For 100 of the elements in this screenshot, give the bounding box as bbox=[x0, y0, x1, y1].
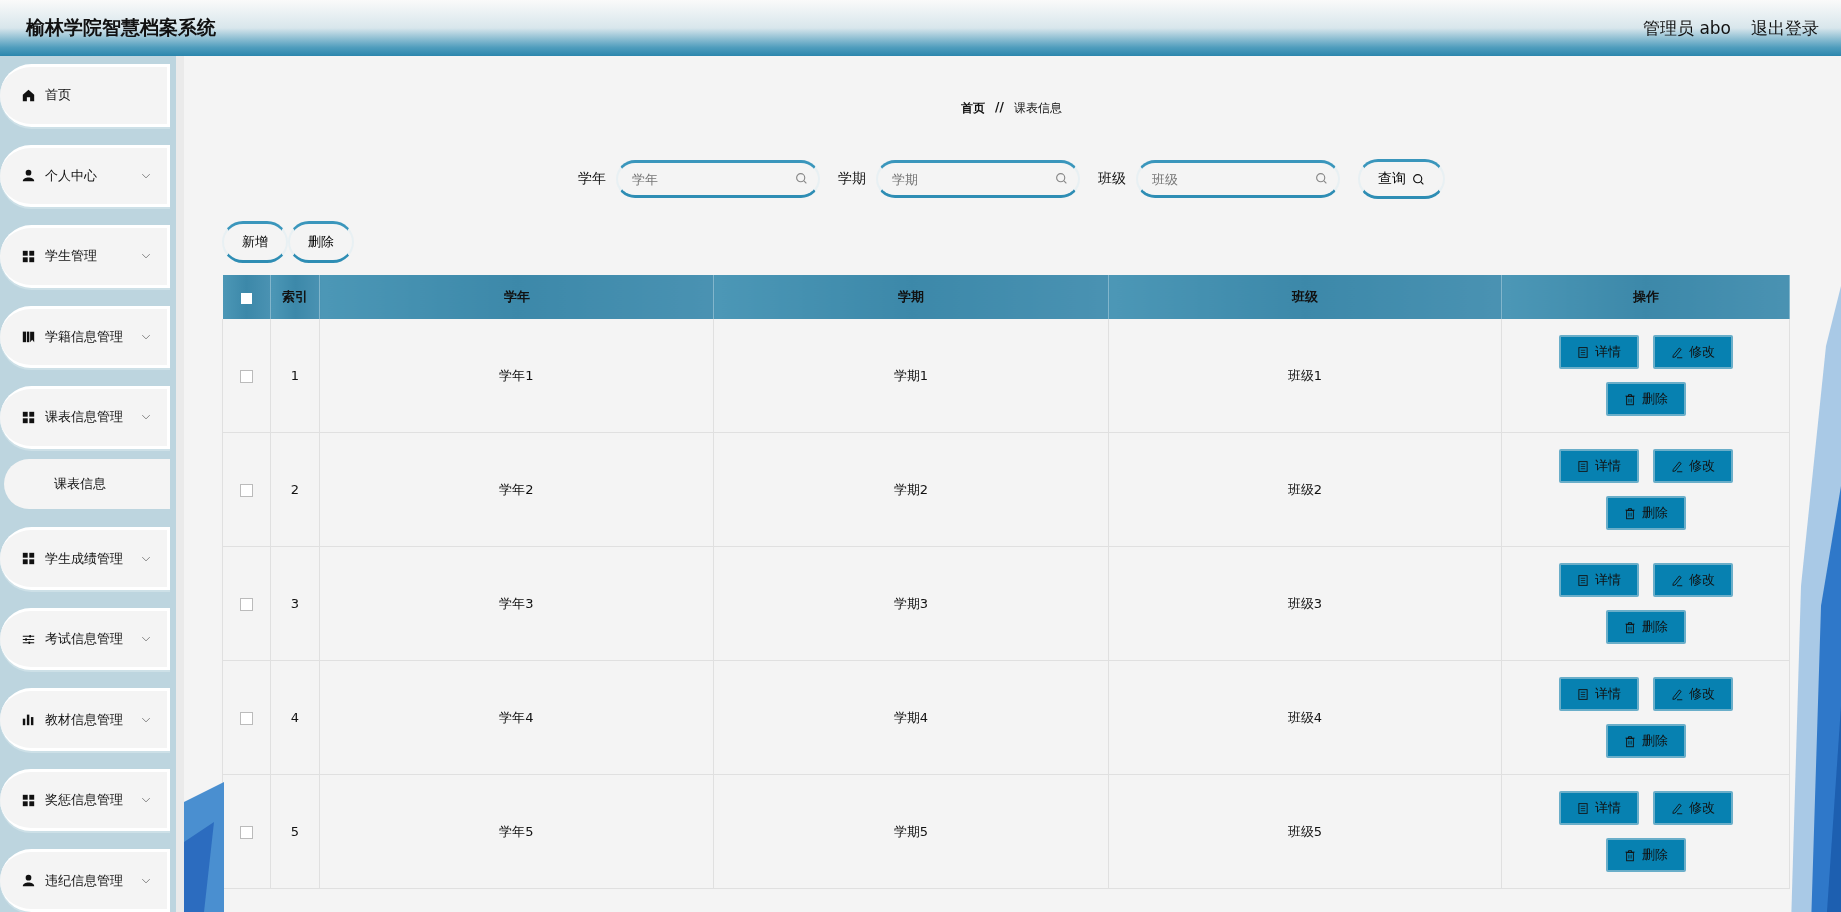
user-label: 管理员 abo bbox=[1643, 16, 1731, 40]
column-header: 操作 bbox=[1632, 289, 1659, 304]
sidebar-menu-item[interactable]: 学生成绩管理 bbox=[0, 527, 170, 590]
pencil-icon bbox=[1670, 573, 1683, 587]
sidebar-menu-item[interactable]: 个人中心 bbox=[0, 144, 170, 208]
grid-icon bbox=[22, 552, 35, 566]
breadcrumb-current: 课表信息 bbox=[1013, 100, 1062, 117]
edit-button[interactable]: 修改 bbox=[1652, 791, 1733, 825]
sidebar-submenu-item[interactable]: 课表信息 bbox=[4, 458, 170, 510]
pencil-icon bbox=[1670, 687, 1683, 701]
search-icon bbox=[1315, 172, 1328, 185]
table-cell: 班级5 bbox=[1287, 823, 1323, 839]
search-icon bbox=[795, 172, 808, 185]
logout-link[interactable]: 退出登录 bbox=[1751, 16, 1819, 40]
document-icon bbox=[1576, 801, 1589, 815]
table-cell: 学年4 bbox=[499, 709, 534, 725]
search-field[interactable]: 学期 bbox=[876, 160, 1080, 198]
row-checkbox[interactable] bbox=[240, 826, 253, 839]
row-checkbox[interactable] bbox=[240, 712, 253, 725]
person-icon bbox=[22, 874, 35, 888]
delete-button[interactable]: 删除 bbox=[1605, 724, 1686, 758]
sidebar-menu-item[interactable]: 考试信息管理 bbox=[0, 607, 170, 671]
trash-icon bbox=[1623, 848, 1636, 862]
search-field[interactable]: 学年 bbox=[616, 160, 820, 198]
grid-icon bbox=[22, 249, 35, 263]
delete-button[interactable]: 删除 bbox=[1605, 610, 1686, 644]
row-checkbox[interactable] bbox=[240, 598, 253, 611]
action-button[interactable]: 新增 bbox=[222, 221, 288, 263]
delete-button[interactable]: 删除 bbox=[1605, 496, 1686, 530]
edit-button[interactable]: 修改 bbox=[1652, 563, 1733, 597]
trash-icon bbox=[1623, 734, 1636, 748]
table-cell: 学期5 bbox=[893, 823, 929, 839]
table-cell: 班级1 bbox=[1287, 367, 1323, 383]
table-cell: 学年3 bbox=[499, 595, 534, 611]
pencil-icon bbox=[1670, 459, 1683, 473]
row-checkbox[interactable] bbox=[240, 370, 253, 383]
table-cell: 班级2 bbox=[1287, 481, 1323, 497]
select-all-checkbox[interactable] bbox=[240, 292, 252, 304]
delete-button[interactable]: 删除 bbox=[1605, 838, 1686, 872]
sliders-icon bbox=[22, 632, 35, 646]
table-cell: 学期2 bbox=[893, 481, 929, 497]
column-header: 学期 bbox=[898, 289, 924, 304]
field-label: 学期 bbox=[838, 170, 866, 188]
column-header: 索引 bbox=[282, 289, 308, 304]
grid-icon bbox=[22, 410, 35, 424]
detail-button[interactable]: 详情 bbox=[1558, 335, 1639, 369]
table-cell: 班级3 bbox=[1287, 595, 1323, 611]
sidebar-menu-item[interactable]: 奖惩信息管理 bbox=[0, 768, 170, 832]
table-cell: 5 bbox=[290, 824, 300, 839]
sidebar-menu-item[interactable]: 学籍信息管理 bbox=[0, 305, 170, 369]
edit-button[interactable]: 修改 bbox=[1652, 677, 1733, 711]
person-icon bbox=[22, 169, 35, 183]
home-icon bbox=[22, 88, 35, 102]
table-cell: 学年2 bbox=[499, 481, 534, 497]
document-icon bbox=[1576, 345, 1589, 359]
sidebar-menu-item[interactable]: 教材信息管理 bbox=[0, 688, 170, 751]
column-header: 班级 bbox=[1292, 289, 1318, 304]
table-cell: 学年5 bbox=[499, 823, 534, 839]
field-label: 学年 bbox=[578, 170, 606, 188]
search-icon bbox=[1412, 172, 1425, 186]
table-cell: 学期1 bbox=[893, 367, 929, 383]
grid-icon bbox=[22, 793, 35, 807]
detail-button[interactable]: 详情 bbox=[1558, 677, 1639, 711]
document-icon bbox=[1576, 459, 1589, 473]
table-cell: 学期3 bbox=[893, 595, 929, 611]
detail-button[interactable]: 详情 bbox=[1558, 791, 1639, 825]
trash-icon bbox=[1623, 392, 1636, 406]
sidebar-menu-item[interactable]: 课表信息管理 bbox=[0, 386, 170, 449]
query-button[interactable]: 查询 bbox=[1358, 159, 1445, 199]
pencil-icon bbox=[1670, 345, 1683, 359]
delete-button[interactable]: 删除 bbox=[1605, 382, 1686, 416]
search-field[interactable]: 班级 bbox=[1136, 160, 1340, 198]
sidebar-menu-item[interactable]: 违纪信息管理 bbox=[0, 849, 170, 912]
field-label: 班级 bbox=[1098, 170, 1126, 188]
breadcrumb-separator: // bbox=[995, 100, 1004, 116]
edit-button[interactable]: 修改 bbox=[1652, 335, 1733, 369]
table-cell: 1 bbox=[290, 368, 300, 383]
table-cell: 2 bbox=[290, 482, 300, 497]
table-cell: 班级4 bbox=[1287, 709, 1323, 725]
document-icon bbox=[1576, 573, 1589, 587]
sidebar-menu-item[interactable]: 学生管理 bbox=[0, 225, 170, 288]
row-checkbox[interactable] bbox=[240, 484, 253, 497]
action-button[interactable]: 删除 bbox=[288, 221, 354, 263]
trash-icon bbox=[1623, 506, 1636, 520]
edit-button[interactable]: 修改 bbox=[1652, 449, 1733, 483]
table-cell: 学年1 bbox=[499, 367, 534, 383]
document-icon bbox=[1576, 687, 1589, 701]
breadcrumb-link[interactable]: 首页 bbox=[961, 100, 986, 117]
app-title: 榆林学院智慧档案系统 bbox=[26, 15, 216, 40]
sidebar-menu-item[interactable]: 首页 bbox=[0, 64, 170, 127]
books-icon bbox=[22, 330, 35, 344]
detail-button[interactable]: 详情 bbox=[1558, 449, 1639, 483]
table-cell: 学期4 bbox=[893, 709, 929, 725]
column-header: 学年 bbox=[503, 289, 530, 304]
table-cell: 3 bbox=[290, 596, 300, 611]
table-cell: 4 bbox=[290, 710, 300, 725]
trash-icon bbox=[1623, 620, 1636, 634]
search-icon bbox=[1055, 172, 1068, 185]
bar-chart-icon bbox=[22, 713, 35, 727]
detail-button[interactable]: 详情 bbox=[1558, 563, 1639, 597]
